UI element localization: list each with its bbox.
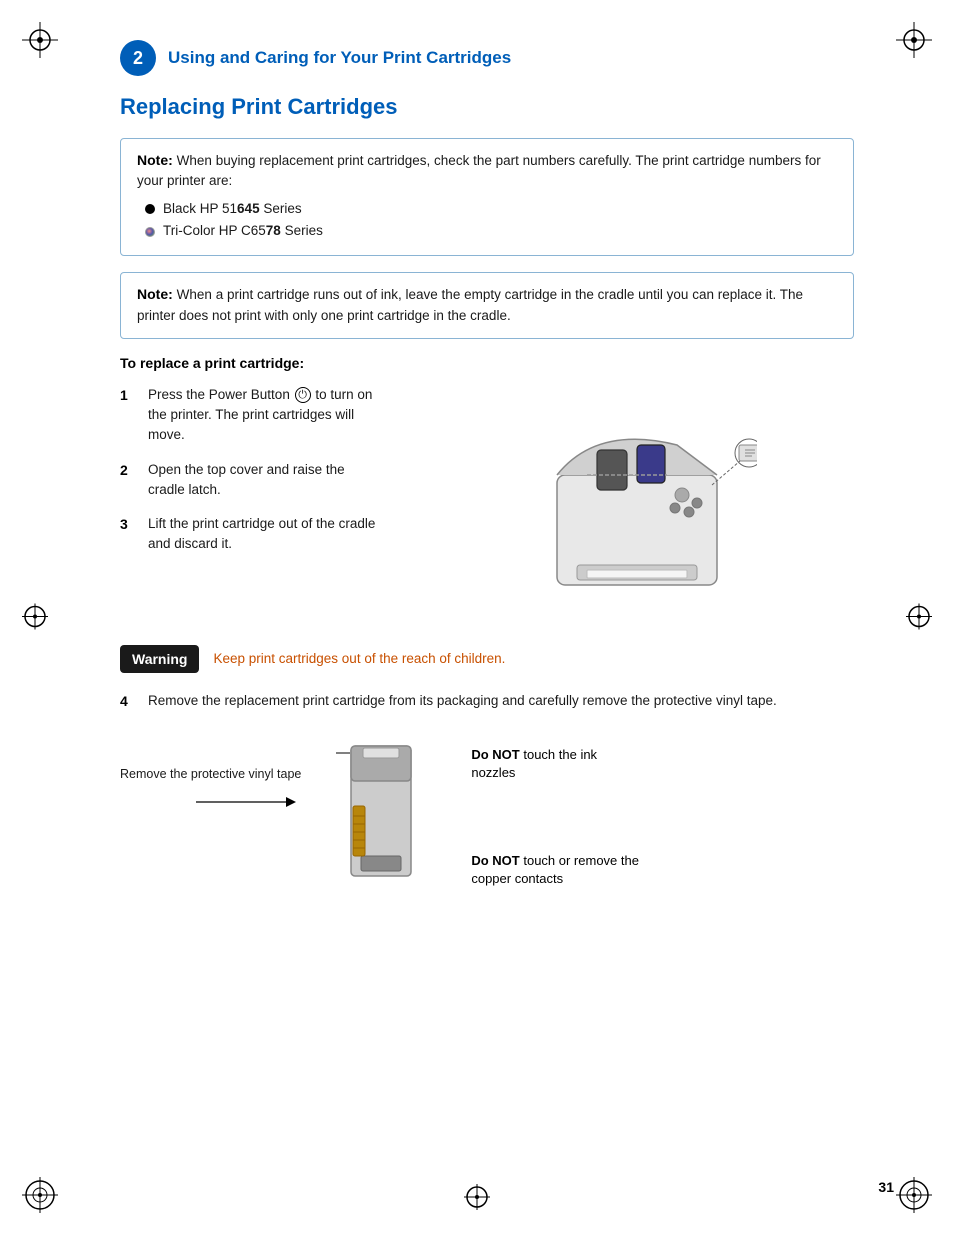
step-1: 1 Press the Power Button ⏻ to turn on th… xyxy=(120,385,380,446)
step-3-text: Lift the print cartridge out of the crad… xyxy=(148,514,380,555)
step-2: 2 Open the top cover and raise the cradl… xyxy=(120,460,380,501)
corner-mark-br xyxy=(894,1175,934,1215)
step-1-num: 1 xyxy=(120,385,136,446)
note1-text: When buying replacement print cartridges… xyxy=(137,153,821,188)
chapter-number: 2 xyxy=(120,40,156,76)
note-box-1: Note: When buying replacement print cart… xyxy=(120,138,854,256)
note2-text: When a print cartridge runs out of ink, … xyxy=(137,287,803,322)
step-2-num: 2 xyxy=(120,460,136,501)
step-4-num: 4 xyxy=(120,691,136,712)
bullet-black-icon xyxy=(145,204,155,214)
chapter-title: Using and Caring for Your Print Cartridg… xyxy=(168,48,511,68)
cartridge-image xyxy=(331,736,441,899)
do-not-nozzles-label: Do NOT touch the ink nozzles xyxy=(471,746,641,782)
corner-mark-tr xyxy=(894,20,934,60)
right-mid-mark xyxy=(904,601,934,634)
note1-item-black-text: Black HP 51645 Series xyxy=(163,198,302,221)
warning-text: Keep print cartridges out of the reach o… xyxy=(213,651,505,666)
cartridge-right-labels: Do NOT touch the ink nozzles Do NOT touc… xyxy=(471,736,641,889)
note1-item-black: Black HP 51645 Series xyxy=(145,198,837,221)
power-icon: ⏻ xyxy=(295,387,311,403)
printer-illustration xyxy=(497,395,757,615)
steps-image-row: 1 Press the Power Button ⏻ to turn on th… xyxy=(120,385,854,615)
note1-item-color-text: Tri-Color HP C6578 Series xyxy=(163,220,323,243)
left-mid-mark xyxy=(20,601,50,634)
printer-image-area xyxy=(400,385,854,615)
remove-tape-label: Remove the protective vinyl tape xyxy=(120,766,301,784)
step-3-num: 3 xyxy=(120,514,136,555)
do-not-1-bold: Do NOT xyxy=(471,747,519,762)
step-2-text: Open the top cover and raise the cradle … xyxy=(148,460,380,501)
step-3: 3 Lift the print cartridge out of the cr… xyxy=(120,514,380,555)
corner-mark-bl xyxy=(20,1175,60,1215)
note1-list: Black HP 51645 Series Tri-Color HP C6578… xyxy=(137,198,837,244)
page: 2 Using and Caring for Your Print Cartri… xyxy=(0,0,954,1235)
note-box-2: Note: When a print cartridge runs out of… xyxy=(120,272,854,339)
note2-label: Note: xyxy=(137,286,173,302)
note1-item-color: Tri-Color HP C6578 Series xyxy=(145,220,837,243)
warning-badge: Warning xyxy=(120,645,199,673)
corner-mark-tl xyxy=(20,20,60,60)
cartridge-left-label-area: Remove the protective vinyl tape xyxy=(120,736,301,818)
note1-label: Note: xyxy=(137,152,173,168)
bullet-color-icon xyxy=(145,227,155,237)
section-title: Replacing Print Cartridges xyxy=(120,94,894,120)
warning-row: Warning Keep print cartridges out of the… xyxy=(120,645,854,673)
step-4-block: 4 Remove the replacement print cartridge… xyxy=(120,691,854,712)
to-replace-heading: To replace a print cartridge: xyxy=(120,355,894,371)
step-4-text: Remove the replacement print cartridge f… xyxy=(148,691,777,712)
step-1-text: Press the Power Button ⏻ to turn on the … xyxy=(148,385,380,446)
page-number: 31 xyxy=(878,1179,894,1195)
do-not-contacts-label: Do NOT touch or remove the copper contac… xyxy=(471,852,641,888)
cartridge-diagram-area: Remove the protective vinyl tape xyxy=(120,736,854,899)
bottom-center-mark xyxy=(462,1182,492,1215)
step-4-row: 4 Remove the replacement print cartridge… xyxy=(120,691,854,712)
do-not-2-bold: Do NOT xyxy=(471,853,519,868)
steps-column: 1 Press the Power Button ⏻ to turn on th… xyxy=(120,385,380,615)
chapter-header: 2 Using and Caring for Your Print Cartri… xyxy=(120,40,894,76)
